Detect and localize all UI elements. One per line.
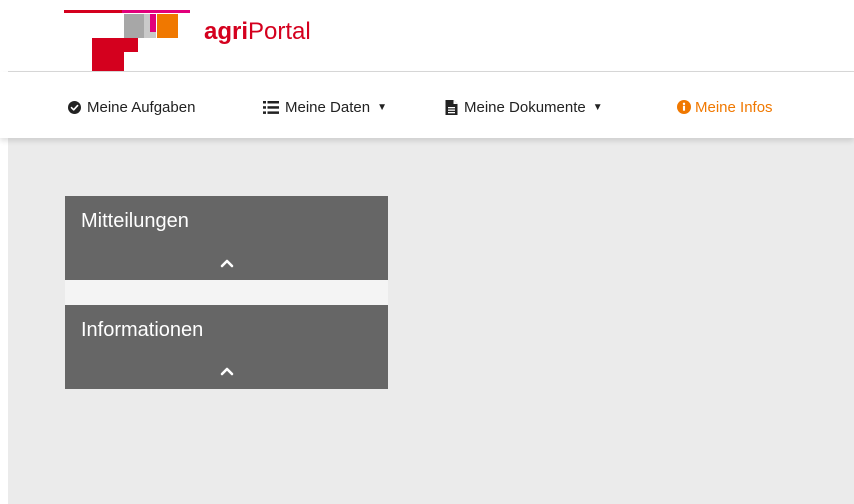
- nav-item-meine-infos[interactable]: Meine Infos: [677, 96, 773, 118]
- chevron-up-icon[interactable]: [217, 366, 237, 380]
- document-icon: [445, 99, 458, 115]
- caret-down-icon: ▼: [592, 101, 603, 113]
- header: agriPortal: [0, 0, 854, 72]
- chevron-up-icon[interactable]: [217, 258, 237, 272]
- agriportal-logo[interactable]: agriPortal: [64, 10, 364, 72]
- logo-bar-magenta: [122, 10, 190, 13]
- logo-square-red: [92, 38, 124, 71]
- main-content: Mitteilungen Informationen: [8, 138, 854, 504]
- nav-item-meine-dokumente[interactable]: Meine Dokumente ▼: [445, 96, 603, 118]
- logo-square-gray: [124, 14, 144, 38]
- logo-square-red-small: [124, 38, 138, 52]
- list-icon: [263, 100, 279, 114]
- nav-label: Meine Daten: [285, 98, 371, 116]
- logo-square-orange: [157, 14, 178, 38]
- panel-mitteilungen-body: [65, 280, 388, 305]
- panel-title: Informationen: [81, 319, 204, 341]
- panel-title: Mitteilungen: [81, 210, 189, 232]
- logo-bar-red: [64, 10, 122, 13]
- nav-label: Meine Infos: [695, 98, 773, 116]
- logo-wordmark: agriPortal: [204, 18, 311, 45]
- info-circle-icon: [677, 100, 691, 114]
- nav-item-meine-aufgaben[interactable]: Meine Aufgaben: [68, 96, 195, 118]
- nav-label: Meine Dokumente: [464, 98, 586, 116]
- main-nav: Meine Aufgaben Meine Daten ▼ Meine Dokum…: [0, 72, 854, 138]
- caret-down-icon: ▼: [377, 101, 387, 113]
- check-circle-icon: [68, 100, 81, 114]
- panel-informationen[interactable]: Informationen: [65, 305, 388, 389]
- panel-mitteilungen[interactable]: Mitteilungen: [65, 196, 388, 280]
- nav-item-meine-daten[interactable]: Meine Daten ▼: [263, 96, 387, 118]
- logo-square-pink: [150, 14, 156, 32]
- nav-label: Meine Aufgaben: [87, 98, 196, 116]
